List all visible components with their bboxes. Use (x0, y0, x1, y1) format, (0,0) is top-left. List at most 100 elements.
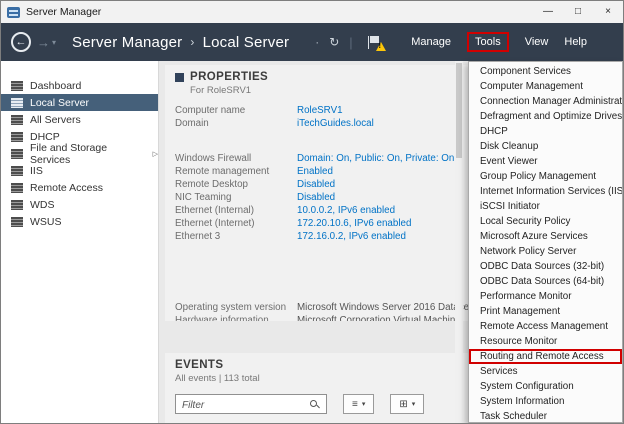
property-value[interactable]: 172.16.0.2, IPv6 enabled (297, 231, 406, 242)
warning-icon (376, 42, 386, 51)
tools-menu-item-performance-monitor[interactable]: Performance Monitor (469, 289, 622, 304)
file-storage-icon (11, 149, 23, 159)
remote-access-icon (11, 183, 23, 193)
scrollbar-thumb[interactable] (456, 63, 462, 158)
sidebar-item-label: Local Server (30, 97, 89, 109)
property-label: Ethernet 3 (175, 231, 297, 242)
tools-menu-item-task-scheduler[interactable]: Task Scheduler (469, 409, 622, 423)
nav-divider: | (349, 35, 352, 50)
breadcrumb-current[interactable]: Local Server (203, 34, 290, 51)
close-button[interactable]: × (593, 1, 623, 23)
sidebar-item-label: File and Storage Services (30, 142, 148, 166)
property-value[interactable]: Domain: On, Public: On, Private: On (297, 153, 454, 164)
server-manager-app-icon (7, 7, 20, 18)
minimize-button[interactable]: — (533, 1, 563, 23)
property-label: Remote Desktop (175, 179, 297, 190)
tools-menu-item-local-security-policy[interactable]: Local Security Policy (469, 214, 622, 229)
iis-icon (11, 166, 23, 176)
tools-menu-item-odbc-data-sources-64-bit[interactable]: ODBC Data Sources (64-bit) (469, 274, 622, 289)
sidebar-item-file-and-storage-services[interactable]: File and Storage Services▷ (1, 145, 158, 162)
search-icon (310, 400, 317, 407)
sidebar-item-wds[interactable]: WDS (1, 196, 158, 213)
tools-menu-item-event-viewer[interactable]: Event Viewer (469, 154, 622, 169)
tools-menu: Component ServicesComputer ManagementCon… (468, 61, 623, 423)
tools-menu-item-internet-information-services-iis[interactable]: Internet Information Services (IIS) (469, 184, 622, 199)
sidebar-item-label: IIS (30, 165, 43, 177)
property-value[interactable]: Disabled (297, 179, 335, 190)
dashboard-icon (11, 81, 23, 91)
history-dropdown-icon[interactable]: ▾ (52, 38, 56, 47)
tools-menu-item-resource-monitor[interactable]: Resource Monitor (469, 334, 622, 349)
tools-menu-item-connection-manager-administration[interactable]: Connection Manager Administration (469, 94, 622, 109)
property-value[interactable]: iTechGuides.local (297, 118, 374, 129)
sidebar-item-all-servers[interactable]: All Servers (1, 111, 158, 128)
back-button[interactable]: ← (11, 32, 31, 52)
wds-icon (11, 200, 23, 210)
all-servers-icon (11, 115, 23, 125)
menu-tools[interactable]: Tools (467, 32, 509, 52)
tools-menu-item-system-information[interactable]: System Information (469, 394, 622, 409)
sidebar-item-label: WDS (30, 199, 55, 211)
events-filter-input[interactable] (176, 397, 326, 415)
sidebar-item-dashboard[interactable]: Dashboard (1, 77, 158, 94)
sidebar-item-remote-access[interactable]: Remote Access (1, 179, 158, 196)
sidebar-item-local-server[interactable]: Local Server (1, 94, 158, 111)
properties-subtitle: For RoleSRV1 (190, 85, 268, 96)
local-server-icon (11, 98, 23, 108)
property-label: Operating system version (175, 302, 297, 313)
refresh-icon[interactable]: ↻ (329, 35, 339, 49)
tools-menu-item-computer-management[interactable]: Computer Management (469, 79, 622, 94)
tools-menu-item-defragment-and-optimize-drives[interactable]: Defragment and Optimize Drives (469, 109, 622, 124)
content-scrollbar[interactable] (455, 61, 463, 424)
properties-title: PROPERTIES (190, 71, 268, 83)
server-manager-window: Server Manager — □ × ← → ▾ Server Manage… (0, 0, 624, 424)
nav-dot-separator: · (315, 35, 319, 49)
property-label: Computer name (175, 105, 297, 116)
window-title: Server Manager (26, 6, 101, 18)
property-label: NIC Teaming (175, 192, 297, 203)
tools-menu-item-print-management[interactable]: Print Management (469, 304, 622, 319)
expand-chevron-icon[interactable]: ▷ (153, 150, 158, 158)
tools-menu-item-remote-access-management[interactable]: Remote Access Management (469, 319, 622, 334)
menubar: Manage Tools View Help (411, 32, 587, 52)
properties-tile-icon (175, 73, 184, 82)
property-label: Ethernet (Internet) (175, 218, 297, 229)
tools-menu-item-dhcp[interactable]: DHCP (469, 124, 622, 139)
tools-menu-item-iscsi-initiator[interactable]: iSCSI Initiator (469, 199, 622, 214)
tools-menu-item-microsoft-azure-services[interactable]: Microsoft Azure Services (469, 229, 622, 244)
events-saved-filters-dropdown[interactable]: ≡ ▾ (343, 394, 374, 414)
property-value[interactable]: RoleSRV1 (297, 105, 343, 116)
property-label: Windows Firewall (175, 153, 297, 164)
sidebar-item-label: All Servers (30, 114, 81, 126)
wsus-icon (11, 217, 23, 227)
notifications-flag-icon[interactable] (367, 35, 383, 50)
tools-menu-item-odbc-data-sources-32-bit[interactable]: ODBC Data Sources (32-bit) (469, 259, 622, 274)
chevron-down-icon: ▾ (412, 400, 416, 408)
tools-menu-item-services[interactable]: Services (469, 364, 622, 379)
maximize-button[interactable]: □ (563, 1, 593, 23)
property-value[interactable]: Disabled (297, 192, 335, 203)
property-value[interactable]: Enabled (297, 166, 333, 177)
property-label: Hardware information (175, 315, 297, 321)
breadcrumb-root[interactable]: Server Manager (72, 34, 182, 51)
tools-menu-item-disk-cleanup[interactable]: Disk Cleanup (469, 139, 622, 154)
tools-menu-item-network-policy-server[interactable]: Network Policy Server (469, 244, 622, 259)
forward-button[interactable]: → (37, 35, 50, 50)
property-label: Ethernet (Internal) (175, 205, 297, 216)
menu-view[interactable]: View (525, 36, 549, 48)
tools-menu-item-system-configuration[interactable]: System Configuration (469, 379, 622, 394)
tools-menu-item-group-policy-management[interactable]: Group Policy Management (469, 169, 622, 184)
property-value[interactable]: 10.0.0.2, IPv6 enabled (297, 205, 395, 216)
property-value[interactable]: 172.20.10.6, IPv6 enabled (297, 218, 411, 229)
list-icon: ≡ (352, 399, 358, 410)
dhcp-icon (11, 132, 23, 142)
tools-menu-item-routing-and-remote-access[interactable]: Routing and Remote Access (469, 349, 622, 364)
menu-manage[interactable]: Manage (411, 36, 451, 48)
events-grouping-dropdown[interactable]: ⊞ ▾ (390, 394, 424, 414)
menu-help[interactable]: Help (564, 36, 587, 48)
window-controls: — □ × (533, 1, 623, 23)
sidebar-item-wsus[interactable]: WSUS (1, 213, 158, 230)
navbar: ← → ▾ Server Manager › Local Server · ↻ … (1, 23, 623, 61)
sidebar-item-label: Remote Access (30, 182, 103, 194)
tools-menu-item-component-services[interactable]: Component Services (469, 64, 622, 79)
